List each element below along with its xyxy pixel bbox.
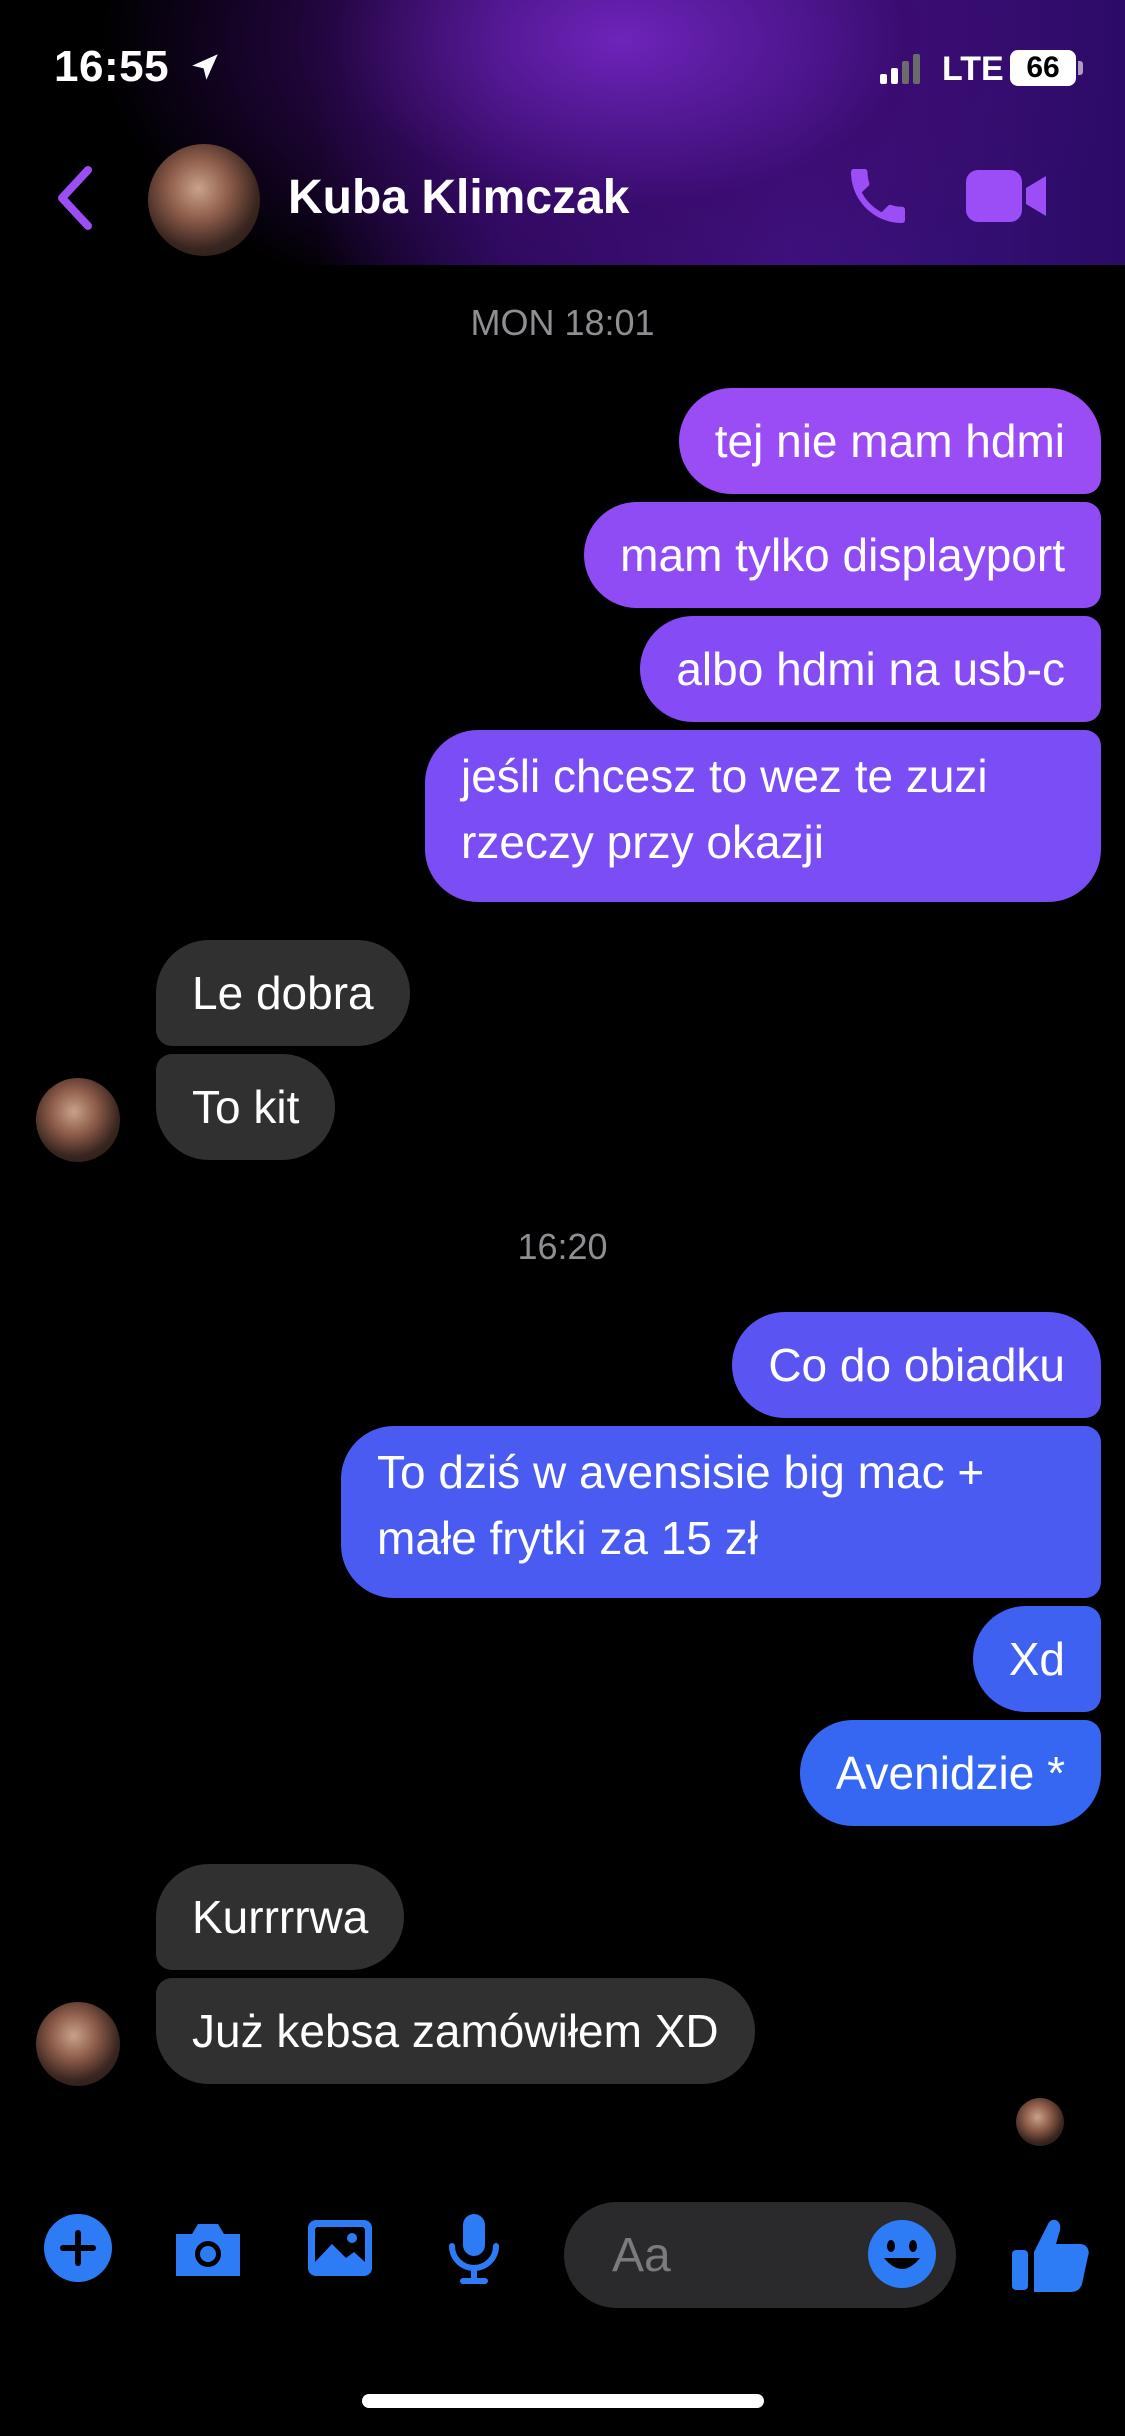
battery-indicator: 66: [1010, 50, 1076, 86]
contact-avatar[interactable]: [148, 144, 260, 256]
plus-icon[interactable]: [40, 2210, 116, 2286]
incoming-message[interactable]: Już kebsa zamówiłem XD: [156, 1978, 755, 2084]
status-time: 16:55: [54, 42, 170, 91]
back-chevron-icon[interactable]: [48, 158, 100, 238]
incoming-message[interactable]: Le dobra: [156, 940, 410, 1046]
signal-icon: [880, 54, 920, 84]
phone-icon[interactable]: [842, 160, 914, 232]
contact-name[interactable]: Kuba Klimczak: [288, 170, 629, 225]
thumbs-up-icon[interactable]: [1008, 2212, 1092, 2296]
incoming-message[interactable]: To kit: [156, 1054, 336, 1160]
battery-cap: [1078, 61, 1083, 75]
timestamp: 16:20: [517, 1226, 608, 1267]
outgoing-message[interactable]: Xd: [972, 1606, 1101, 1712]
video-camera-icon[interactable]: [966, 166, 1048, 226]
timestamp: MON 18:01: [470, 302, 655, 343]
outgoing-message[interactable]: tej nie mam hdmi: [678, 388, 1101, 494]
read-receipt-avatar: [1016, 2098, 1064, 2146]
outgoing-message[interactable]: jeśli chcesz to wez te zuzi rzeczy przy …: [425, 730, 1101, 902]
home-indicator: [362, 2394, 764, 2408]
contact-avatar-small[interactable]: [36, 2002, 120, 2086]
incoming-message[interactable]: Kurrrrwa: [156, 1864, 405, 1970]
contact-avatar-small[interactable]: [36, 1078, 120, 1162]
network-label: LTE: [942, 50, 1004, 88]
outgoing-message[interactable]: Co do obiadku: [732, 1312, 1101, 1418]
outgoing-message[interactable]: Avenidzie *: [799, 1720, 1101, 1826]
image-icon[interactable]: [302, 2210, 378, 2286]
emoji-icon[interactable]: [866, 2218, 938, 2290]
microphone-icon[interactable]: [436, 2210, 512, 2286]
location-arrow-icon: [192, 54, 218, 80]
outgoing-message[interactable]: To dziś w avensisie big mac + małe frytk…: [341, 1426, 1101, 1598]
message-input-placeholder: Aa: [612, 2229, 671, 2282]
outgoing-message[interactable]: mam tylko displayport: [584, 502, 1101, 608]
camera-icon[interactable]: [170, 2210, 246, 2286]
outgoing-message[interactable]: albo hdmi na usb-c: [640, 616, 1101, 722]
